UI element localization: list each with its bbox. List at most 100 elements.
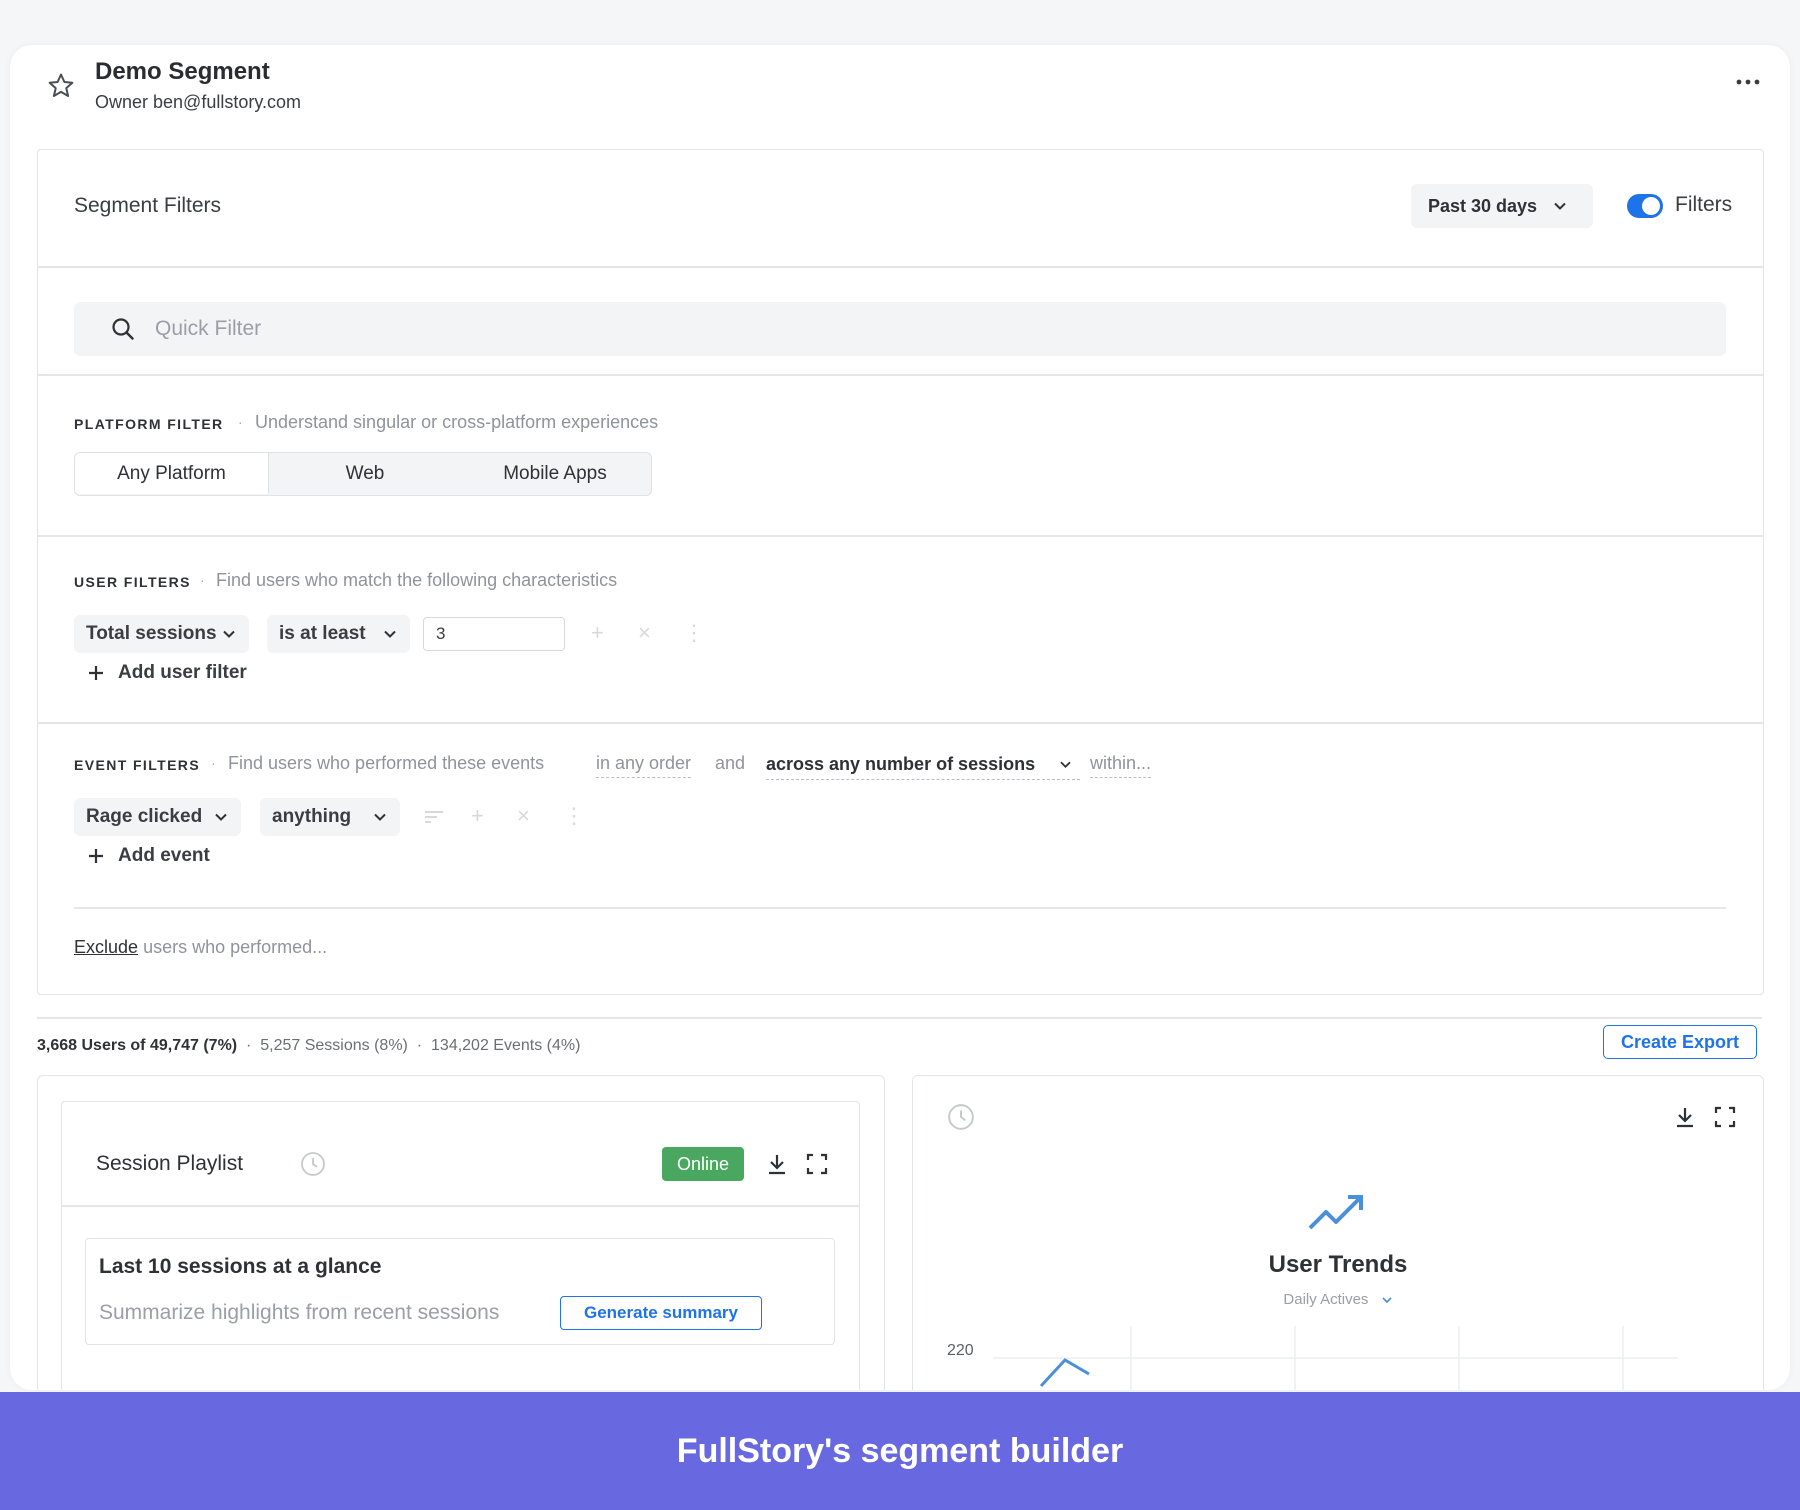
clock-icon[interactable] — [947, 1103, 975, 1131]
generate-summary-button[interactable]: Generate summary — [560, 1296, 762, 1330]
create-export-button[interactable]: Create Export — [1603, 1025, 1757, 1059]
exclude-text: users who performed... — [143, 937, 328, 957]
filters-toggle-label: Filters — [1675, 193, 1733, 216]
add-user-filter-button[interactable]: Add user filter — [87, 662, 247, 684]
stats-events: 134,202 Events (4%) — [431, 1037, 581, 1054]
session-playlist-title: Session Playlist — [96, 1152, 244, 1175]
chevron-down-icon — [223, 630, 235, 638]
platform-option-web[interactable]: Web — [270, 453, 460, 494]
quick-filter-search[interactable] — [74, 302, 1726, 356]
stats-users: 3,668 Users of 49,747 (7%) — [37, 1037, 238, 1054]
add-condition-icon[interactable]: + — [471, 805, 484, 827]
stats-sessions: 5,257 Sessions (8%) — [260, 1037, 408, 1054]
platform-filter-label: PLATFORM FILTER — [74, 416, 224, 432]
separator-dot: · — [412, 1037, 432, 1054]
fullscreen-icon[interactable] — [806, 1153, 828, 1175]
segment-app: Demo Segment Owner ben@fullstory.com Seg… — [10, 45, 1790, 1390]
chevron-down-icon — [1554, 202, 1566, 210]
remove-event-icon[interactable]: × — [517, 805, 530, 827]
refine-filter-icon[interactable] — [423, 808, 445, 826]
event-menu-icon[interactable]: ⋮ — [563, 805, 585, 827]
divider — [62, 1205, 859, 1207]
chevron-down-icon — [1060, 761, 1071, 769]
separator-dot: · — [238, 414, 243, 430]
chevron-down-icon — [1382, 1297, 1392, 1304]
glance-box: Last 10 sessions at a glance Summarize h… — [85, 1238, 835, 1345]
chevron-down-icon — [384, 630, 396, 638]
separator-dot: · — [211, 755, 216, 771]
chevron-down-icon — [215, 813, 227, 821]
trend-chart-preview — [993, 1326, 1678, 1390]
toggle-knob — [1642, 197, 1660, 215]
more-options-icon[interactable] — [1734, 75, 1762, 89]
session-playlist-card: Session Playlist Online Last 10 sessions… — [37, 1075, 885, 1390]
filter-menu-icon[interactable]: ⋮ — [683, 622, 705, 644]
plus-icon — [89, 666, 103, 680]
divider — [38, 535, 1763, 537]
event-type-dropdown[interactable]: Rage clicked — [74, 798, 241, 836]
date-range-dropdown[interactable]: Past 30 days — [1411, 184, 1593, 228]
user-filter-operator-dropdown[interactable]: is at least — [267, 615, 410, 653]
user-trends-card: User Trends Daily Actives 220 — [912, 1075, 1764, 1390]
search-icon — [112, 318, 134, 340]
exclude-link[interactable]: Exclude — [74, 937, 138, 957]
sessions-scope-label: across any number of sessions — [766, 754, 1036, 774]
download-icon[interactable] — [1674, 1105, 1696, 1129]
event-filters-description: Find users who performed these events — [228, 753, 545, 773]
event-target-label: anything — [272, 806, 352, 827]
platform-option-mobile[interactable]: Mobile Apps — [460, 453, 650, 494]
user-filter-field-dropdown[interactable]: Total sessions — [74, 615, 249, 653]
segment-title: Demo Segment — [95, 58, 270, 85]
download-icon[interactable] — [766, 1152, 788, 1176]
quick-filter-input[interactable] — [153, 316, 1357, 342]
plus-icon — [89, 849, 103, 863]
divider — [38, 266, 1763, 268]
event-type-label: Rage clicked — [86, 806, 203, 827]
metric-dropdown[interactable]: Daily Actives — [913, 1291, 1763, 1308]
segment-owner: Owner ben@fullstory.com — [95, 92, 302, 112]
user-filter-value-input[interactable] — [423, 617, 565, 651]
fullscreen-icon[interactable] — [1714, 1106, 1736, 1128]
remove-filter-icon[interactable]: × — [638, 622, 651, 644]
chevron-down-icon — [374, 813, 386, 821]
divider — [37, 1017, 1762, 1019]
exclude-row: Exclude users who performed... — [74, 937, 327, 958]
within-option[interactable]: within... — [1090, 753, 1152, 778]
platform-option-any[interactable]: Any Platform — [75, 453, 269, 494]
platform-filter-description: Understand singular or cross-platform ex… — [255, 412, 659, 432]
add-event-button[interactable]: Add event — [87, 845, 210, 867]
sessions-scope-dropdown[interactable]: across any number of sessions — [766, 754, 1080, 780]
user-filters-description: Find users who match the following chara… — [216, 570, 618, 590]
segment-filters-title: Segment Filters — [74, 194, 222, 217]
caption-banner: FullStory's segment builder — [0, 1392, 1800, 1510]
add-event-label: Add event — [118, 845, 210, 866]
segment-stats: 3,668 Users of 49,747 (7%) · 5,257 Sessi… — [37, 1037, 580, 1055]
user-filter-field: Total sessions — [86, 623, 217, 644]
divider — [38, 722, 1763, 724]
status-badge: Online — [662, 1147, 744, 1181]
session-playlist-panel: Session Playlist Online Last 10 sessions… — [61, 1101, 860, 1390]
segment-filters-panel: Segment Filters Past 30 days Filters PLA… — [37, 149, 1764, 995]
divider — [38, 374, 1763, 376]
trend-up-icon — [1308, 1195, 1363, 1230]
filters-toggle[interactable] — [1627, 194, 1663, 218]
glance-title: Last 10 sessions at a glance — [99, 1255, 382, 1278]
separator-dot: · — [200, 572, 205, 588]
add-user-filter-label: Add user filter — [118, 662, 247, 683]
add-condition-icon[interactable]: + — [591, 622, 604, 644]
metric-label: Daily Actives — [1283, 1291, 1369, 1308]
event-order-option[interactable]: in any order — [596, 753, 692, 778]
star-icon[interactable] — [46, 71, 76, 101]
divider — [74, 907, 1726, 909]
event-filters-label: EVENT FILTERS — [74, 757, 201, 773]
user-trends-title: User Trends — [1268, 1251, 1408, 1278]
glance-subtitle: Summarize highlights from recent session… — [99, 1301, 500, 1324]
platform-selector: Any Platform Web Mobile Apps — [74, 452, 652, 496]
separator-dot: · — [241, 1037, 261, 1054]
date-range-label: Past 30 days — [1428, 195, 1538, 216]
clock-icon[interactable] — [300, 1151, 326, 1177]
user-filters-label: USER FILTERS — [74, 574, 191, 590]
user-filter-operator: is at least — [279, 623, 366, 644]
event-target-dropdown[interactable]: anything — [260, 798, 400, 836]
and-text: and — [715, 753, 746, 773]
